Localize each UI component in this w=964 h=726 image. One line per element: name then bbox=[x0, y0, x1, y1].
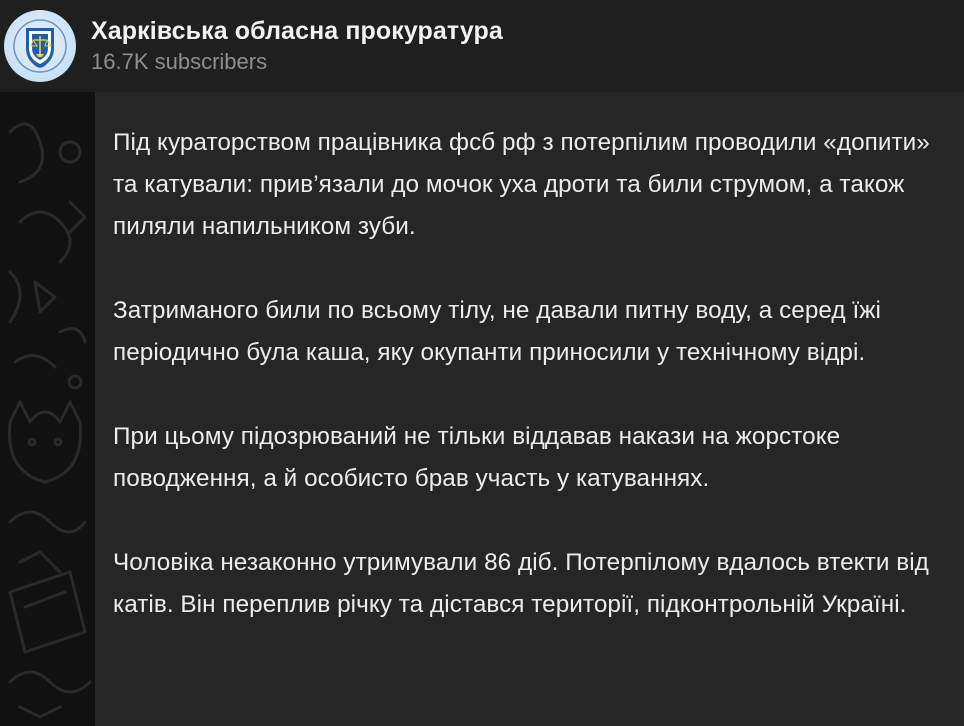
message-bubble[interactable]: Під кураторством працівника фсб рф з пот… bbox=[95, 92, 964, 726]
message-paragraph: Під кураторством працівника фсб рф з пот… bbox=[113, 129, 930, 240]
message-paragraph: Чоловіка незаконно утримували 86 діб. По… bbox=[113, 549, 929, 618]
telegram-channel-view: Харківська обласна прокуратура 16.7K sub… bbox=[0, 0, 964, 726]
subscriber-count: 16.7K subscribers bbox=[91, 49, 268, 74]
channel-header[interactable]: Харківська обласна прокуратура 16.7K sub… bbox=[0, 0, 964, 92]
chat-area: Під кураторством працівника фсб рф з пот… bbox=[0, 92, 964, 726]
channel-info[interactable]: Харківська обласна прокуратура 16.7K sub… bbox=[91, 16, 503, 76]
chat-background-pattern bbox=[7, 122, 92, 719]
message-paragraph: При цьому підозрюваний не тільки віддава… bbox=[113, 423, 841, 492]
message-paragraph: Затриманого били по всьому тілу, не дава… bbox=[113, 297, 882, 366]
channel-avatar[interactable] bbox=[4, 10, 76, 82]
channel-title[interactable]: Харківська обласна прокуратура bbox=[91, 16, 503, 46]
prosecutor-emblem-icon bbox=[13, 19, 67, 73]
